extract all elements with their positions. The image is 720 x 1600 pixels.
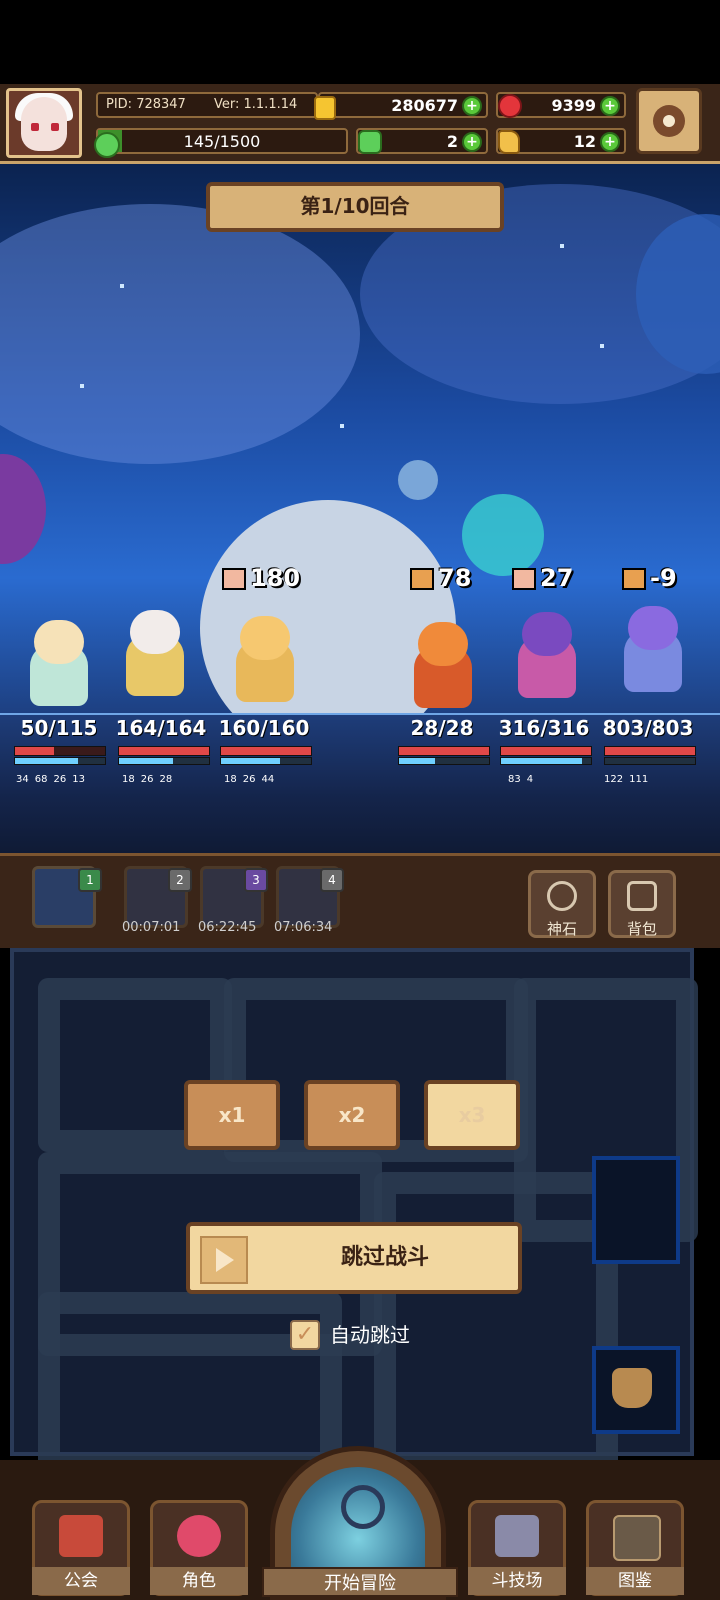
auto-skip-checkbox[interactable]: ✓ <box>290 1320 320 1350</box>
guild-icon <box>59 1515 103 1557</box>
player-avatar[interactable] <box>6 88 82 158</box>
ally-3-mp-bar <box>220 757 312 765</box>
team-slot-3-number: 3 <box>244 868 268 892</box>
add-clover-icon[interactable]: + <box>462 132 482 152</box>
clover-amount: 2 <box>446 132 458 151</box>
damage-number-enemy-2: 27 <box>512 564 573 592</box>
ally-1-hp: 50/115 <box>20 716 98 740</box>
team-slot-4-number: 4 <box>320 868 344 892</box>
enemy-3-hp-bar <box>604 746 696 756</box>
magnifier-icon <box>341 1485 385 1529</box>
enemy-unit-3[interactable] <box>610 600 696 696</box>
fist-icon <box>512 568 536 590</box>
pid-label: PID: 728347 <box>106 97 186 112</box>
ally-2-hp: 164/164 <box>115 716 207 740</box>
enemy-3-stats: 122 111 <box>604 774 649 785</box>
exp-progress-text: 145/1500 <box>183 132 261 151</box>
nav-guild-label: 公会 <box>32 1567 130 1595</box>
backpack-icon <box>627 881 657 911</box>
damage-number-ally-3: 180 <box>222 564 300 592</box>
team-slot-2-number: 2 <box>168 868 192 892</box>
speed-x1-button[interactable]: x1 <box>184 1080 280 1150</box>
stamina-amount: 12 <box>573 132 596 151</box>
ally-1-hp-bar <box>14 746 106 756</box>
nav-start-adventure-label: 开始冒险 <box>262 1567 458 1597</box>
add-ruby-icon[interactable]: + <box>600 96 620 116</box>
horned-mask-icon <box>612 1368 652 1408</box>
ally-2-hp-bar <box>118 746 210 756</box>
ally-unit-2[interactable] <box>112 604 198 700</box>
ally-unit-3[interactable] <box>222 610 308 706</box>
auto-skip-label: 自动跳过 <box>330 1323 410 1347</box>
small-moon <box>398 460 438 500</box>
planet-left <box>0 454 46 564</box>
nav-codex-label: 图鉴 <box>586 1567 684 1595</box>
round-banner: 第1/10回合 <box>206 182 504 232</box>
team-slot-1-number: 1 <box>78 868 102 892</box>
ally-1-mp-bar <box>14 757 106 765</box>
nav-character-label: 角色 <box>150 1567 248 1595</box>
sword-icon <box>410 568 434 590</box>
team-slot-2-timer: 00:07:01 <box>122 920 181 935</box>
play-icon <box>200 1236 248 1284</box>
fist-icon <box>222 568 246 590</box>
enemy-2-hp: 316/316 <box>498 716 590 740</box>
skip-battle-button[interactable]: 跳过战斗 <box>186 1222 522 1294</box>
backpack-label: 背包 <box>626 920 657 938</box>
enemy-1-hp-bar <box>398 746 490 756</box>
enemy-2-hp-bar <box>500 746 592 756</box>
damage-number-enemy-1: 78 <box>410 564 471 592</box>
crossed-swords-icon <box>495 1515 539 1557</box>
enemy-1-mp-bar <box>398 757 490 765</box>
damage-number-enemy-3: -9 <box>622 564 677 592</box>
team-slot-4-timer: 07:06:34 <box>274 920 333 935</box>
ally-2-mp-bar <box>118 757 210 765</box>
settings-button[interactable] <box>636 88 702 154</box>
enemy-2-stats: 83 4 <box>508 774 534 785</box>
ally-1-stats: 34 68 26 13 <box>16 774 85 785</box>
god-stone-label: 神石 <box>546 920 577 938</box>
add-stamina-icon[interactable]: + <box>600 132 620 152</box>
nav-arena-label: 斗技场 <box>468 1567 566 1595</box>
character-icon <box>177 1515 221 1557</box>
ally-3-stats: 18 26 44 <box>224 774 275 785</box>
speed-x3-button[interactable]: x3 <box>424 1080 520 1150</box>
enemy-1-hp: 28/28 <box>410 716 474 740</box>
enemy-2-mp-bar <box>500 757 592 765</box>
ruby-icon <box>498 94 522 118</box>
gold-coin-icon <box>314 96 336 120</box>
stamina-hand-icon <box>498 130 520 154</box>
god-stone-icon <box>547 881 577 911</box>
clover-icon <box>358 130 382 154</box>
ally-unit-1[interactable] <box>16 614 102 710</box>
skip-battle-label: 跳过战斗 <box>340 1245 429 1270</box>
codex-book-icon <box>613 1515 661 1561</box>
gold-amount: 280677 <box>391 96 458 115</box>
speed-x2-button[interactable]: x2 <box>304 1080 400 1150</box>
ally-2-stats: 18 26 28 <box>122 774 173 785</box>
sword-icon <box>622 568 646 590</box>
enemy-unit-1[interactable] <box>400 616 486 712</box>
ruby-amount: 9399 <box>551 96 596 115</box>
version-label: Ver: 1.1.1.14 <box>214 97 298 112</box>
status-bar <box>0 0 720 84</box>
enemy-3-hp: 803/803 <box>602 716 694 740</box>
ally-3-hp-bar <box>220 746 312 756</box>
team-slot-3-timer: 06:22:45 <box>198 920 257 935</box>
enemy-3-mp-bar <box>604 757 696 765</box>
enemy-unit-2[interactable] <box>504 606 590 702</box>
map-room-dark-1 <box>592 1156 680 1264</box>
ally-3-hp: 160/160 <box>218 716 310 740</box>
add-gold-icon[interactable]: + <box>462 96 482 116</box>
